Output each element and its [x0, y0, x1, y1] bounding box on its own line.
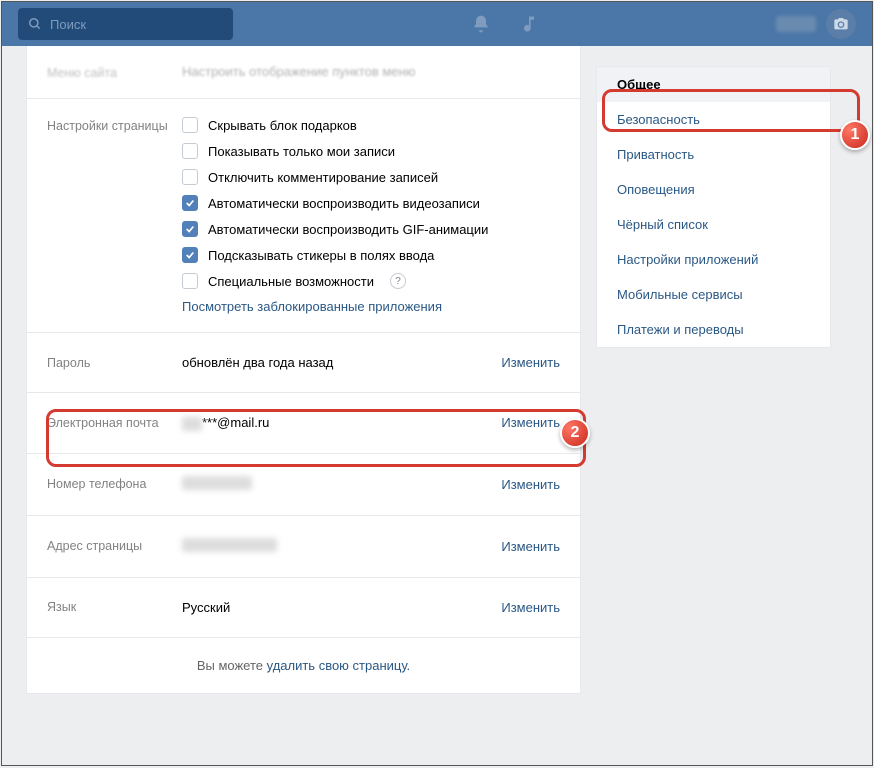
change-email-link[interactable]: Изменить	[501, 415, 560, 430]
checkbox-row[interactable]: Скрывать блок подарков	[182, 117, 560, 133]
delete-row: Вы можете удалить свою страницу.	[27, 638, 580, 693]
row-label: Пароль	[47, 356, 182, 370]
checkbox-label: Автоматически воспроизводить видеозаписи	[208, 196, 480, 211]
settings-panel: Меню сайта Настроить отображение пунктов…	[26, 46, 581, 694]
page-settings-section: Настройки страницы Скрывать блок подарко…	[27, 99, 580, 333]
row-label: Язык	[47, 600, 182, 614]
search-input[interactable]: Поиск	[18, 8, 233, 40]
row-password: Пароль обновлён два года назад Изменить	[27, 333, 580, 393]
row-value: Русский	[182, 600, 501, 615]
row-value: обновлён два года назад	[182, 355, 501, 370]
row-address: Адрес страницы Изменить	[27, 516, 580, 578]
checkbox-label: Специальные возможности	[208, 274, 374, 289]
avatar[interactable]	[826, 9, 856, 39]
menu-desc: Настроить отображение пунктов меню	[182, 64, 560, 80]
checkbox-row[interactable]: Отключить комментирование записей	[182, 169, 560, 185]
sidebar-item[interactable]: Настройки приложений	[597, 242, 830, 277]
checkbox[interactable]	[182, 117, 198, 133]
sidebar-item[interactable]: Мобильные сервисы	[597, 277, 830, 312]
row-lang: Язык Русский Изменить	[27, 578, 580, 638]
sidebar-item[interactable]: Чёрный список	[597, 207, 830, 242]
help-icon[interactable]: ?	[390, 273, 406, 289]
change-password-link[interactable]: Изменить	[501, 355, 560, 370]
checkbox[interactable]	[182, 195, 198, 211]
row-phone: Номер телефона Изменить	[27, 454, 580, 516]
menu-label: Меню сайта	[47, 64, 182, 80]
checkbox[interactable]	[182, 143, 198, 159]
checkbox[interactable]	[182, 247, 198, 263]
row-value	[182, 476, 501, 493]
checkbox-row[interactable]: Автоматически воспроизводить GIF-анимаци…	[182, 221, 560, 237]
checkbox-label: Показывать только мои записи	[208, 144, 395, 159]
checkbox[interactable]	[182, 221, 198, 237]
checkbox-row[interactable]: Специальные возможности?	[182, 273, 560, 289]
checkbox-label: Отключить комментирование записей	[208, 170, 438, 185]
checkbox[interactable]	[182, 169, 198, 185]
sidebar-item[interactable]: Общее	[597, 67, 830, 102]
change-address-link[interactable]: Изменить	[501, 539, 560, 554]
sidebar-item[interactable]: Безопасность	[597, 102, 830, 137]
annotation-badge-1: 1	[840, 120, 870, 150]
row-email: Электронная почта ***@mail.ru Изменить	[27, 393, 580, 454]
checkbox-row[interactable]: Подсказывать стикеры в полях ввода	[182, 247, 560, 263]
checkbox-row[interactable]: Показывать только мои записи	[182, 143, 560, 159]
row-value	[182, 538, 501, 555]
user-name[interactable]	[776, 16, 816, 32]
topbar: Поиск	[2, 2, 872, 46]
sidebar-item[interactable]: Приватность	[597, 137, 830, 172]
page-settings-label: Настройки страницы	[47, 117, 182, 314]
checkbox-label: Подсказывать стикеры в полях ввода	[208, 248, 434, 263]
row-value: ***@mail.ru	[182, 415, 501, 431]
settings-sidebar: ОбщееБезопасностьПриватностьОповещенияЧё…	[596, 66, 831, 348]
search-icon	[28, 17, 42, 31]
checkbox[interactable]	[182, 273, 198, 289]
checkbox-label: Скрывать блок подарков	[208, 118, 357, 133]
sidebar-item[interactable]: Платежи и переводы	[597, 312, 830, 347]
change-phone-link[interactable]: Изменить	[501, 477, 560, 492]
bell-icon[interactable]	[471, 14, 491, 34]
change-lang-link[interactable]: Изменить	[501, 600, 560, 615]
checkbox-label: Автоматически воспроизводить GIF-анимаци…	[208, 222, 488, 237]
annotation-badge-2: 2	[560, 418, 590, 448]
sidebar-item[interactable]: Оповещения	[597, 172, 830, 207]
search-placeholder: Поиск	[50, 17, 86, 32]
music-icon[interactable]	[519, 14, 539, 34]
blocked-apps-link[interactable]: Посмотреть заблокированные приложения	[182, 299, 560, 314]
row-label: Номер телефона	[47, 477, 182, 491]
camera-icon	[833, 16, 849, 32]
row-label: Адрес страницы	[47, 539, 182, 553]
menu-section: Меню сайта Настроить отображение пунктов…	[27, 46, 580, 99]
row-label: Электронная почта	[47, 416, 182, 430]
checkbox-row[interactable]: Автоматически воспроизводить видеозаписи	[182, 195, 560, 211]
delete-page-link[interactable]: удалить свою страницу.	[267, 658, 411, 673]
